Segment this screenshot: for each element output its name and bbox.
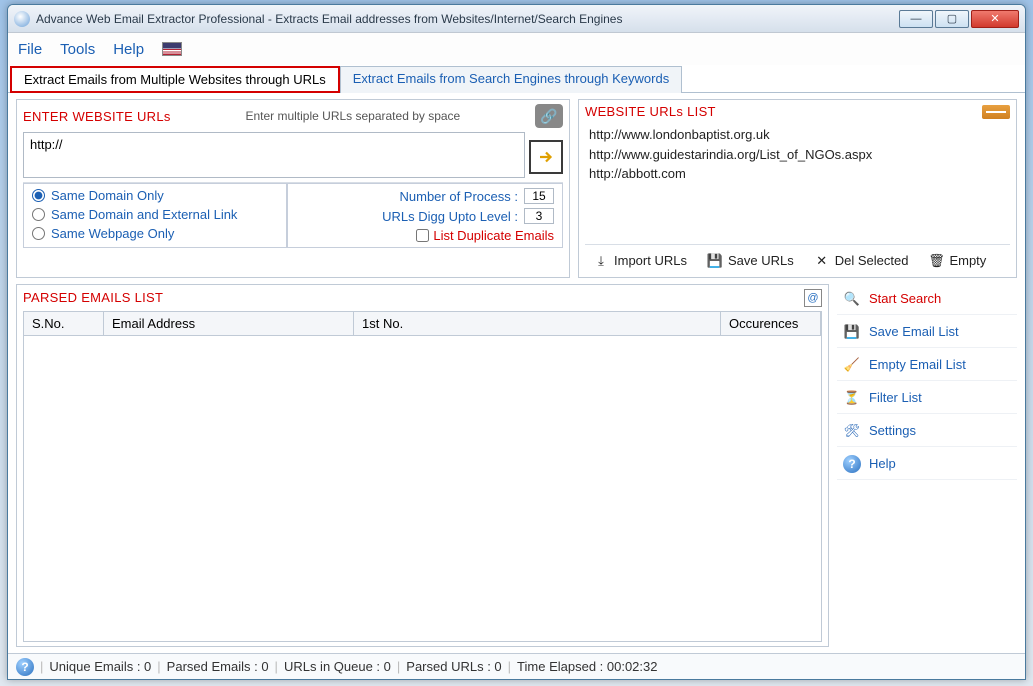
email-icon[interactable]: @ — [804, 289, 822, 307]
sidebar: 🔍Start Search 💾Save Email List 🧹Empty Em… — [837, 284, 1017, 648]
save-icon: 💾 — [707, 253, 723, 269]
del-selected-button[interactable]: ✕Del Selected — [808, 251, 915, 271]
mid-row: PARSED EMAILS LIST @ S.No. Email Address… — [16, 284, 1017, 648]
statusbar: ? | Unique Emails : 0| Parsed Emails : 0… — [8, 653, 1025, 679]
radio-same-domain[interactable]: Same Domain Only — [32, 188, 278, 203]
link-icon[interactable]: 🔗 — [535, 104, 563, 128]
empty-email-list-button[interactable]: 🧹Empty Email List — [837, 350, 1017, 381]
col-occurences[interactable]: Occurences — [721, 312, 821, 335]
parsed-emails-title: PARSED EMAILS LIST — [23, 290, 163, 305]
language-flag-icon[interactable] — [162, 42, 182, 56]
menu-tools[interactable]: Tools — [60, 41, 95, 58]
import-urls-button[interactable]: ⤓Import URLs — [587, 251, 693, 271]
status-parsed: Parsed Emails : 0 — [167, 659, 269, 674]
titlebar: Advance Web Email Extractor Professional… — [8, 5, 1025, 33]
radio-same-domain-external[interactable]: Same Domain and External Link — [32, 207, 278, 222]
url-list-title: WEBSITE URLs LIST — [585, 104, 716, 119]
settings-icon: 🛠 — [843, 422, 861, 440]
window-buttons: — ▢ ✕ — [897, 10, 1019, 28]
list-duplicate-label: List Duplicate Emails — [433, 228, 554, 243]
status-queue: URLs in Queue : 0 — [284, 659, 391, 674]
app-icon — [14, 11, 30, 27]
num-process-label: Number of Process : — [400, 189, 519, 204]
enter-urls-hint: Enter multiple URLs separated by space — [245, 109, 460, 123]
grid-body[interactable] — [23, 336, 822, 643]
tab-bar: Extract Emails from Multiple Websites th… — [8, 65, 1025, 92]
digg-level-label: URLs Digg Upto Level : — [382, 209, 518, 224]
close-button[interactable]: ✕ — [971, 10, 1019, 28]
empty-icon: 🗑 — [928, 253, 944, 269]
save-icon: 💾 — [843, 323, 861, 341]
enter-urls-panel: ENTER WEBSITE URLs Enter multiple URLs s… — [16, 99, 570, 278]
window-title: Advance Web Email Extractor Professional… — [36, 12, 897, 26]
search-icon: 🔍 — [843, 290, 861, 308]
menubar: File Tools Help — [8, 33, 1025, 65]
delete-icon: ✕ — [814, 253, 830, 269]
status-unique: Unique Emails : 0 — [49, 659, 151, 674]
menu-file[interactable]: File — [18, 41, 42, 58]
help-button[interactable]: ?Help — [837, 449, 1017, 480]
col-first[interactable]: 1st No. — [354, 312, 721, 335]
digg-level-input[interactable] — [524, 208, 554, 224]
url-list-item[interactable]: http://www.guidestarindia.org/List_of_NG… — [589, 145, 1006, 165]
filter-icon: ⏳ — [843, 389, 861, 407]
app-window: Advance Web Email Extractor Professional… — [7, 4, 1026, 680]
add-url-button[interactable] — [529, 140, 563, 174]
parsed-emails-panel: PARSED EMAILS LIST @ S.No. Email Address… — [16, 284, 829, 648]
url-list-item[interactable]: http://www.londonbaptist.org.uk — [589, 125, 1006, 145]
col-email[interactable]: Email Address — [104, 312, 354, 335]
import-icon: ⤓ — [593, 253, 609, 269]
minimize-button[interactable]: — — [899, 10, 933, 28]
menu-help[interactable]: Help — [113, 41, 144, 58]
arrow-right-icon — [537, 148, 555, 166]
status-elapsed: Time Elapsed : 00:02:32 — [517, 659, 657, 674]
start-search-button[interactable]: 🔍Start Search — [837, 284, 1017, 315]
top-row: ENTER WEBSITE URLs Enter multiple URLs s… — [16, 99, 1017, 278]
url-input[interactable] — [23, 132, 525, 178]
empty-list-icon: 🧹 — [843, 356, 861, 374]
maximize-button[interactable]: ▢ — [935, 10, 969, 28]
settings-button[interactable]: 🛠Settings — [837, 416, 1017, 447]
num-process-input[interactable] — [524, 188, 554, 204]
url-list-panel: WEBSITE URLs LIST http://www.londonbapti… — [578, 99, 1017, 278]
save-email-list-button[interactable]: 💾Save Email List — [837, 317, 1017, 348]
radio-same-webpage[interactable]: Same Webpage Only — [32, 226, 278, 241]
save-urls-button[interactable]: 💾Save URLs — [701, 251, 800, 271]
enter-urls-title: ENTER WEBSITE URLs — [23, 109, 171, 124]
tab-extract-urls[interactable]: Extract Emails from Multiple Websites th… — [10, 66, 340, 93]
url-list[interactable]: http://www.londonbaptist.org.uk http://w… — [585, 123, 1010, 244]
content-area: ENTER WEBSITE URLs Enter multiple URLs s… — [8, 92, 1025, 653]
status-help-icon[interactable]: ? — [16, 658, 34, 676]
list-duplicate-checkbox[interactable] — [416, 229, 429, 242]
status-parsed-urls: Parsed URLs : 0 — [406, 659, 501, 674]
help-icon: ? — [843, 455, 861, 473]
col-sno[interactable]: S.No. — [24, 312, 104, 335]
grid-header: S.No. Email Address 1st No. Occurences — [23, 311, 822, 336]
filter-list-button[interactable]: ⏳Filter List — [837, 383, 1017, 414]
tab-extract-keywords[interactable]: Extract Emails from Search Engines throu… — [340, 66, 682, 93]
scissors-icon[interactable] — [982, 105, 1010, 119]
empty-button[interactable]: 🗑Empty — [922, 251, 992, 271]
url-list-item[interactable]: http://abbott.com — [589, 164, 1006, 184]
